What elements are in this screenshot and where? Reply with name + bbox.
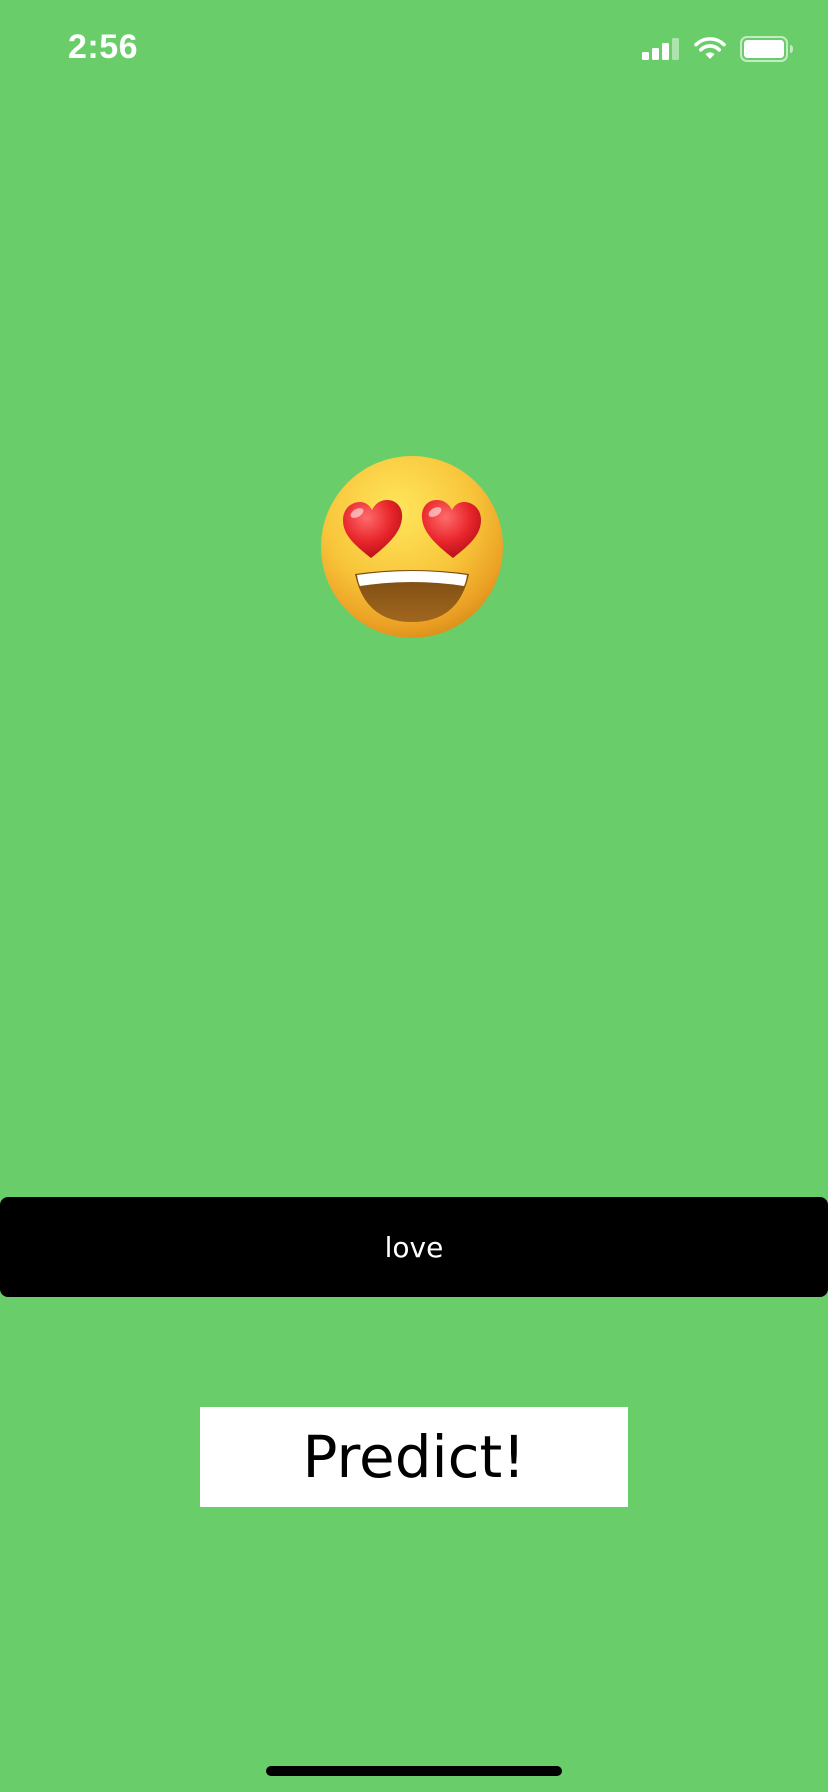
status-bar: 2:56 [0, 0, 828, 100]
status-time: 2:56 [68, 28, 139, 66]
text-input-value: love [384, 1230, 444, 1264]
wifi-icon [694, 37, 726, 59]
text-input-field[interactable]: love [0, 1197, 828, 1297]
predict-button[interactable]: Predict! [200, 1407, 628, 1507]
home-indicator[interactable] [266, 1766, 562, 1776]
heart-eyes-face-icon [321, 456, 503, 638]
cellular-signal-icon [642, 38, 679, 60]
predict-button-label: Predict! [302, 1423, 526, 1491]
battery-icon [740, 36, 793, 62]
status-icons [642, 36, 794, 62]
